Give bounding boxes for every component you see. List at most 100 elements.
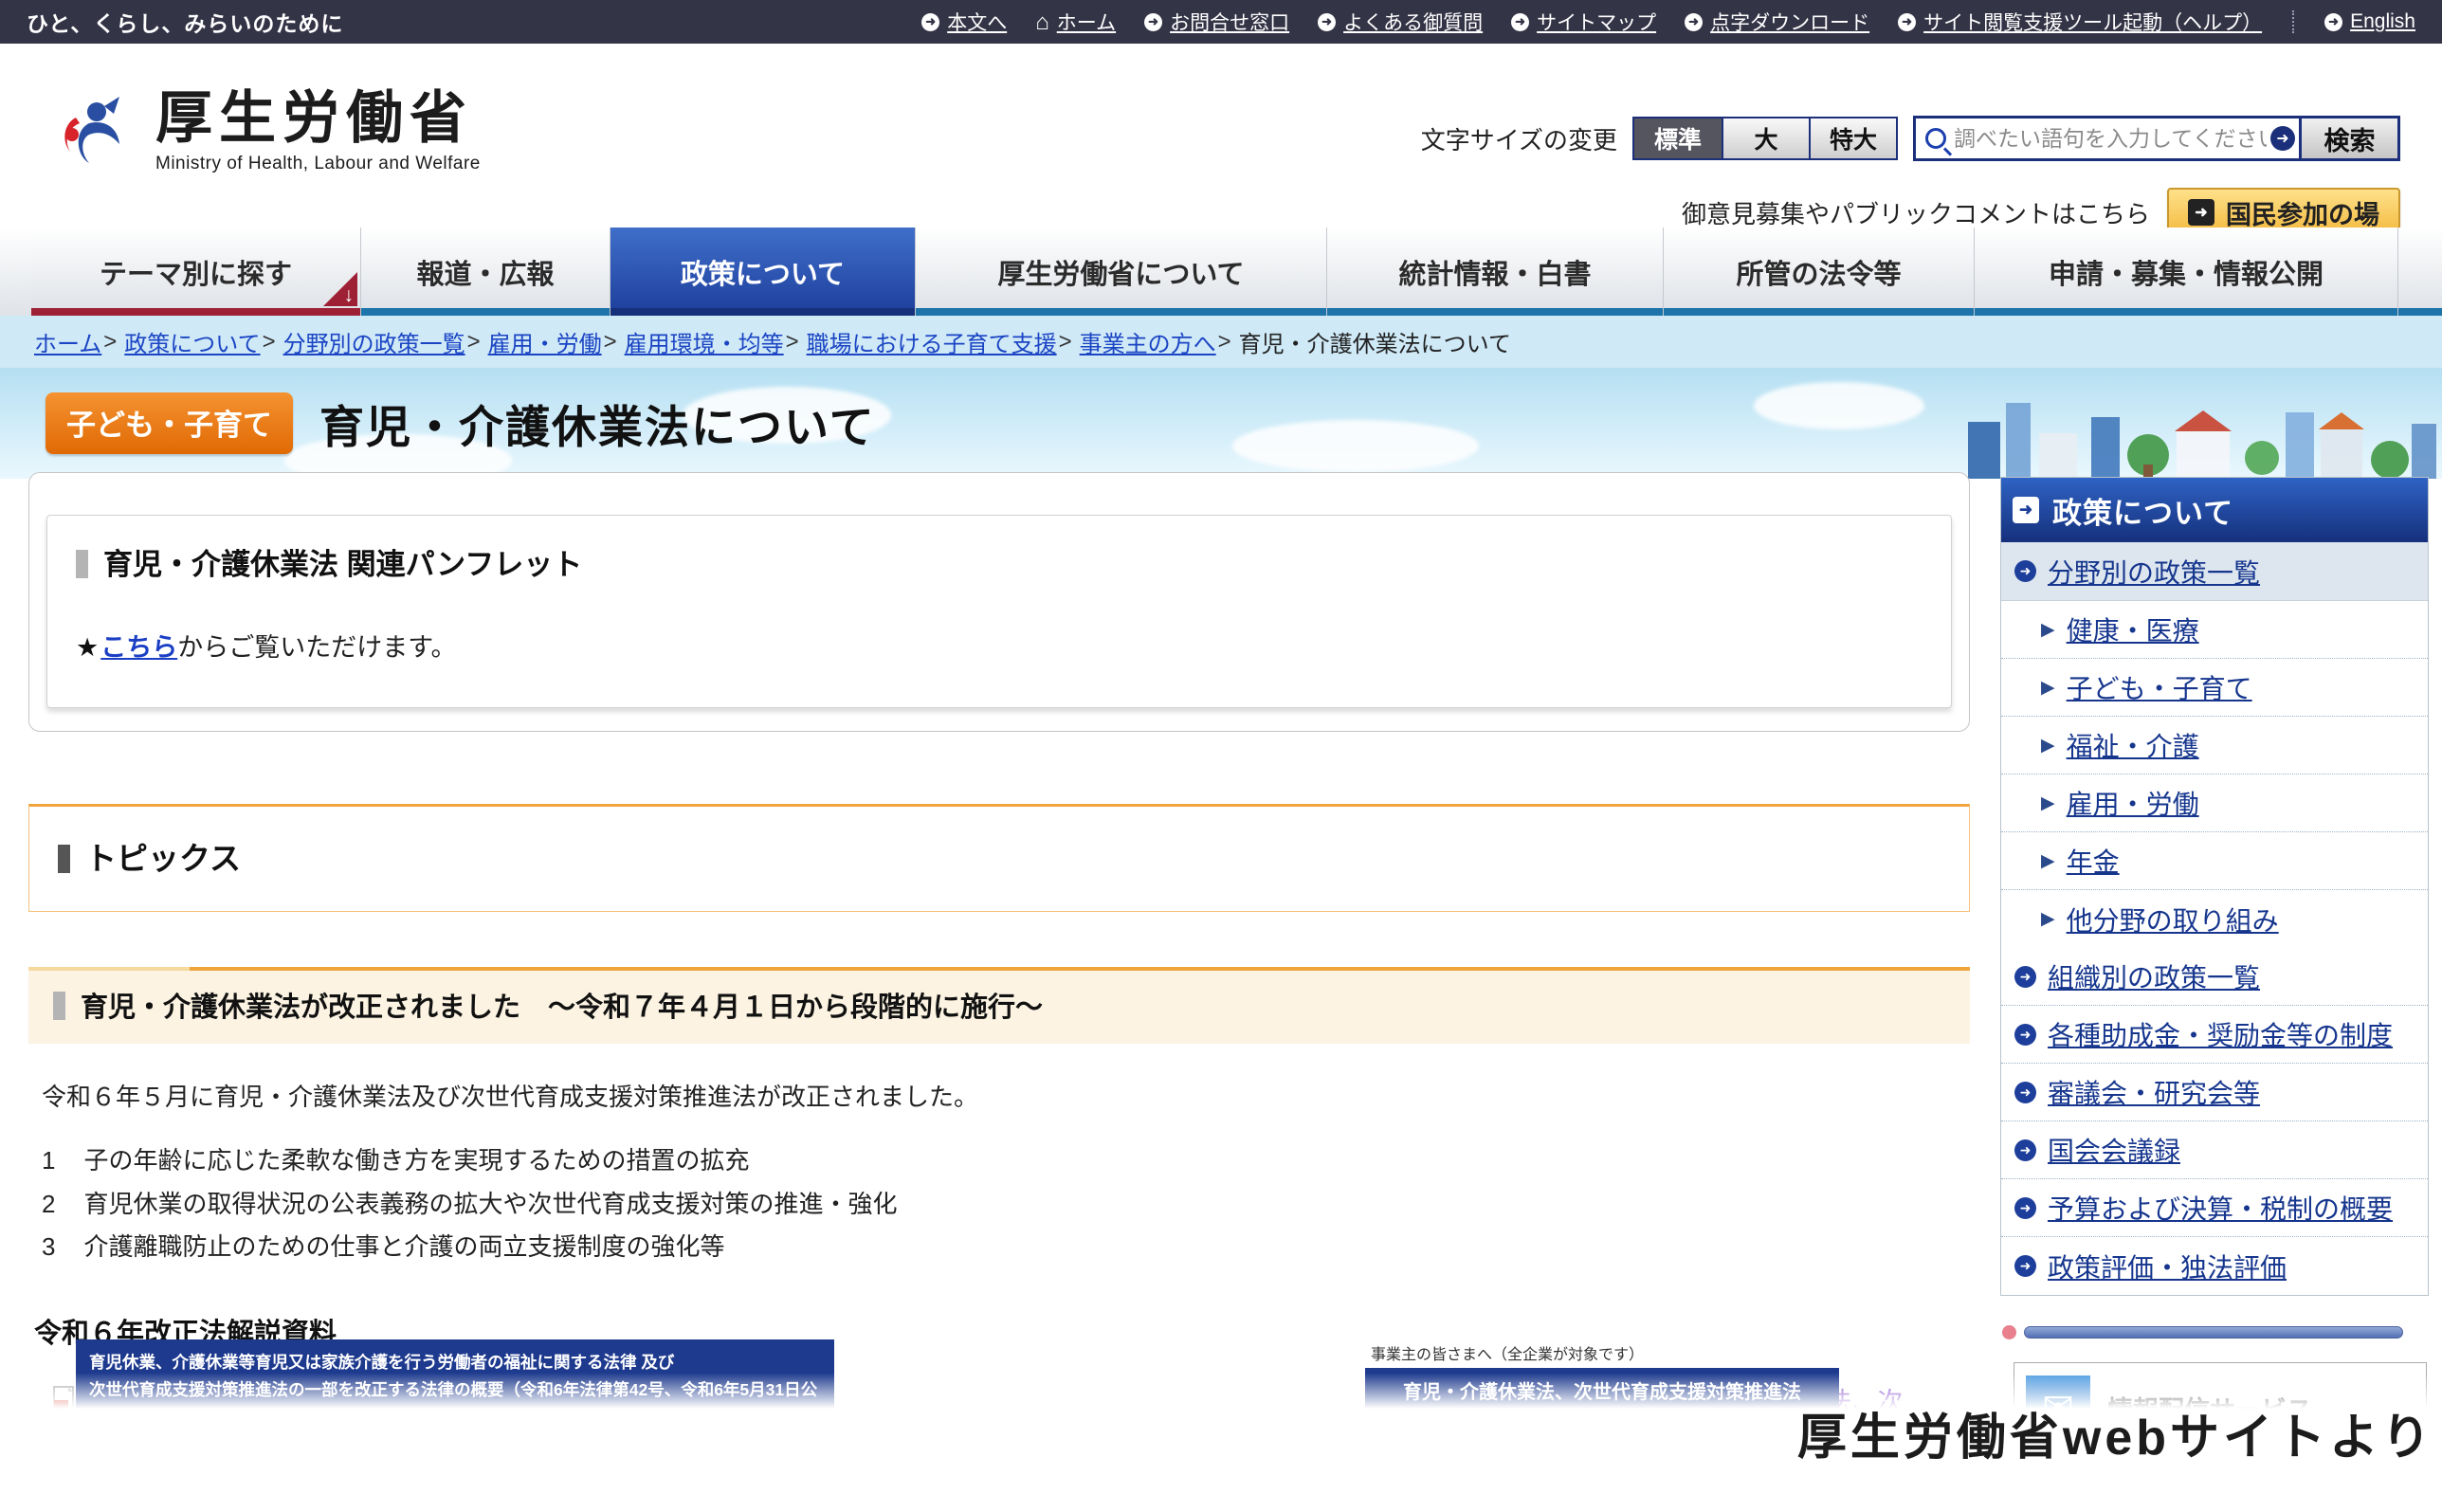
breadcrumb-policy-list[interactable]: 分野別の政策一覧 <box>283 325 465 358</box>
star-icon: ★ <box>76 633 99 662</box>
sidebar-item-subsidies[interactable]: ➜ 各種助成金・奨励金等の制度 <box>2001 1006 2428 1064</box>
font-size-large-button[interactable]: 大 <box>1722 118 1809 158</box>
arrow-circle-icon: ➜ <box>1898 13 1916 31</box>
nav-tab-laws[interactable]: 所管の法令等 <box>1664 228 1975 316</box>
topics-box: トピックス <box>28 804 1970 912</box>
breadcrumb-policy[interactable]: 政策について <box>124 325 260 358</box>
triangle-icon: ▶ <box>2041 850 2055 872</box>
arrow-circle-icon: ➜ <box>2014 1197 2036 1219</box>
breadcrumb-current: 育児・介護休業法について <box>1239 325 1511 358</box>
site-header: 厚生労働省 Ministry of Health, Labour and Wel… <box>0 44 2442 228</box>
breadcrumb-employment[interactable]: 雇用・労働 <box>488 325 602 358</box>
pamphlet-box: 育児・介護休業法 関連パンフレット ★こちらからご覧いただけます。 <box>46 515 1952 708</box>
content-panel: 育児・介護休業法 関連パンフレット ★こちらからご覧いただけます。 <box>28 472 1970 732</box>
public-comment-text: 御意見募集やパブリックコメントはこちら <box>1682 195 2150 230</box>
top-link-contact[interactable]: ➜ お問合せ窓口 <box>1144 8 1289 36</box>
top-link-accessibility-tool[interactable]: ➜ サイト閲覧支援ツール起動（ヘルプ） <box>1898 8 2262 36</box>
search-go-arrow-icon: ➜ <box>2270 126 2295 151</box>
sidebar-item-policy-evaluation[interactable]: ➜ 政策評価・独法評価 <box>2001 1237 2428 1295</box>
breadcrumb-childcare-support[interactable]: 職場における子育て支援 <box>807 325 1057 358</box>
mhlw-logo[interactable]: 厚生労働省 Ministry of Health, Labour and Wel… <box>47 85 481 176</box>
sidebar-sub-list: ▶ 健康・医療 ▶ 子ども・子育て ▶ 福祉・介護 ▶ 雇用・労働 ▶ 年金 ▶… <box>2001 601 2428 948</box>
sidebar-item-pension[interactable]: ▶ 年金 <box>2001 832 2428 890</box>
category-badge[interactable]: 子ども・子育て <box>46 392 293 454</box>
triangle-icon: ▶ <box>2041 908 2055 930</box>
pamphlet-heading: 育児・介護休業法 関連パンフレット <box>76 540 1923 583</box>
nav-tab-statistics[interactable]: 統計情報・白書 <box>1327 228 1664 316</box>
sidebar-item-welfare[interactable]: ▶ 福祉・介護 <box>2001 717 2428 774</box>
carousel-dot[interactable] <box>2002 1325 2016 1339</box>
mhlw-page: ひと、くらし、みらいのために ➜ 本文へ ⌂ ホーム ➜ お問合せ窓口 ➜ よく… <box>0 0 2442 1512</box>
font-size-xlarge-button[interactable]: 特大 <box>1809 118 1896 158</box>
home-icon: ⌂ <box>1035 13 1049 31</box>
nav-tab-theme[interactable]: テーマ別に探す ↓ <box>31 228 361 316</box>
watermark-caption: 厚生労働省webサイトより <box>1797 1397 2434 1468</box>
arrow-circle-icon: ➜ <box>1511 13 1529 31</box>
arrow-circle-icon: ➜ <box>2014 560 2036 582</box>
sidebar-item-other-fields[interactable]: ▶ 他分野の取り組み <box>2001 890 2428 948</box>
arrow-circle-icon: ➜ <box>1685 13 1703 31</box>
top-link-sitemap[interactable]: ➜ サイトマップ <box>1511 8 1656 36</box>
header-controls-row1: 文字サイズの変更 標準 大 特大 ➜ 検索 <box>1421 116 2400 161</box>
pamphlet-text: ★こちらからご覧いただけます。 <box>76 627 1923 664</box>
arrow-square-icon: ➜ <box>2013 497 2039 523</box>
search-button[interactable]: 検索 <box>2299 118 2397 158</box>
carousel-scrollbar[interactable] <box>2024 1326 2403 1339</box>
sidebar-item-by-organization[interactable]: ➜ 組織別の政策一覧 <box>2001 948 2428 1006</box>
square-bullet-icon <box>53 992 65 1020</box>
sidebar-item-health[interactable]: ▶ 健康・医療 <box>2001 601 2428 659</box>
town-illustration <box>1949 374 2442 479</box>
main-navigation: テーマ別に探す ↓ 報道・広報 政策について 厚生労働省について 統計情報・白書… <box>0 228 2442 316</box>
square-bullet-icon <box>76 550 88 578</box>
sidebar-main-list: ➜ 組織別の政策一覧 ➜ 各種助成金・奨励金等の制度 ➜ 審議会・研究会等 ➜ … <box>2001 948 2428 1295</box>
arrow-square-icon: ➜ <box>2188 199 2214 226</box>
top-link-main-content[interactable]: ➜ 本文へ <box>921 8 1007 36</box>
sidebar-item-children[interactable]: ▶ 子ども・子育て <box>2001 659 2428 717</box>
sidebar-item-councils[interactable]: ➜ 審議会・研究会等 <box>2001 1064 2428 1121</box>
revision-heading-bar: 育児・介護休業法が改正されました ～令和７年４月１日から段階的に施行～ <box>28 967 1970 1044</box>
top-link-english[interactable]: ➜ English <box>2324 10 2415 33</box>
cloud-decoration <box>1754 382 1924 429</box>
sidebar-item-policy-list-current[interactable]: ➜ 分野別の政策一覧 <box>2001 542 2428 601</box>
nav-tab-press[interactable]: 報道・広報 <box>361 228 610 316</box>
sidebar-item-diet-records[interactable]: ➜ 国会会議録 <box>2001 1121 2428 1179</box>
sidebar-item-employment[interactable]: ▶ 雇用・労働 <box>2001 774 2428 832</box>
pamphlet-here-link[interactable]: こちら <box>100 633 177 662</box>
font-size-label: 文字サイズの変更 <box>1421 121 1617 156</box>
nav-tab-about[interactable]: 厚生労働省について <box>916 228 1327 316</box>
list-item: 1 子の年齢に応じた柔軟な働き方を実現するための措置の拡充 <box>42 1139 1970 1183</box>
top-link-braille[interactable]: ➜ 点字ダウンロード <box>1685 8 1869 36</box>
nav-filler <box>2398 228 2442 316</box>
arrow-circle-icon: ➜ <box>2324 13 2342 31</box>
carousel-pager <box>2002 1325 2403 1339</box>
font-size-switcher: 標準 大 特大 <box>1632 117 1898 160</box>
breadcrumb-equality[interactable]: 雇用環境・均等 <box>625 325 784 358</box>
arrow-circle-icon: ➜ <box>1318 13 1336 31</box>
site-search: ➜ 検索 <box>1913 116 2400 161</box>
triangle-icon: ▶ <box>2041 677 2055 699</box>
top-link-faq[interactable]: ➜ よくある御質問 <box>1318 8 1483 36</box>
logo-subtitle: Ministry of Health, Labour and Welfare <box>155 154 481 174</box>
font-size-standard-button[interactable]: 標準 <box>1634 118 1722 158</box>
breadcrumb-home[interactable]: ホーム <box>34 325 101 358</box>
nav-tab-policy[interactable]: 政策について <box>610 228 916 316</box>
arrow-circle-icon: ➜ <box>2014 1082 2036 1103</box>
logo-text: 厚生労働省 Ministry of Health, Labour and Wel… <box>155 87 481 174</box>
triangle-icon: ▶ <box>2041 619 2055 641</box>
top-link-home[interactable]: ⌂ ホーム <box>1035 8 1116 36</box>
breadcrumb-employers[interactable]: 事業主の方へ <box>1080 325 1216 358</box>
policy-sidebar: ➜ 政策について ➜ 分野別の政策一覧 ▶ 健康・医療 ▶ 子ども・子育て ▶ … <box>2000 477 2429 1296</box>
topics-heading: トピックス <box>58 833 1941 879</box>
nav-tab-applications[interactable]: 申請・募集・情報公開 <box>1975 228 2398 316</box>
list-item: 3 介護離職防止のための仕事と介護の両立支援制度の強化等 <box>42 1226 1970 1269</box>
arrow-circle-icon: ➜ <box>2014 966 2036 988</box>
thumbnail-small-text: 事業主の皆さまへ（全企業が対象です） <box>1371 1341 1839 1364</box>
triangle-icon: ▶ <box>2041 735 2055 756</box>
triangle-icon: ▶ <box>2041 792 2055 814</box>
mhlw-logo-mark <box>47 85 138 176</box>
revision-list: 1 子の年齢に応じた柔軟な働き方を実現するための措置の拡充 2 育児休業の取得状… <box>28 1139 1970 1269</box>
main-content: 育児・介護休業法 関連パンフレット ★こちらからご覧いただけます。 トピックス … <box>28 472 1970 1478</box>
sidebar-item-budget[interactable]: ➜ 予算および決算・税制の概要 <box>2001 1179 2428 1237</box>
site-tagline: ひと、くらし、みらいのために <box>27 6 343 38</box>
search-input[interactable] <box>1954 126 2267 152</box>
